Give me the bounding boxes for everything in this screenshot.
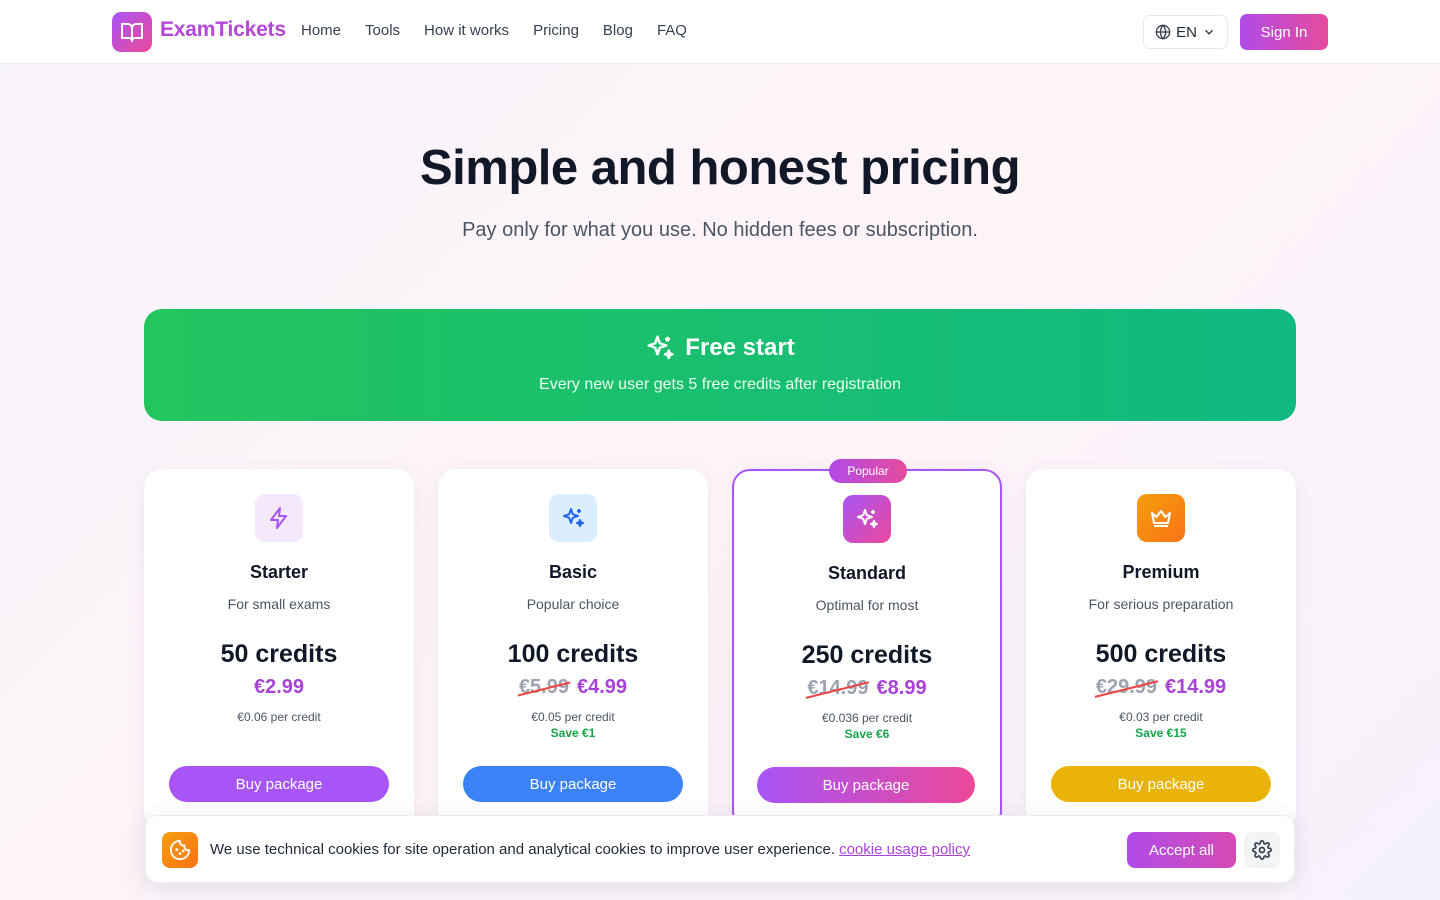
plan-old-price: €29.99 bbox=[1095, 676, 1157, 698]
sparkles-icon bbox=[843, 495, 891, 543]
sign-in-button[interactable]: Sign In bbox=[1240, 14, 1328, 50]
nav-home[interactable]: Home bbox=[301, 22, 341, 39]
cookie-message: We use technical cookies for site operat… bbox=[210, 841, 970, 858]
page-subtitle: Pay only for what you use. No hidden fee… bbox=[462, 219, 978, 241]
plan-card-basic: Basic Popular choice 100 credits €5.99 €… bbox=[438, 469, 708, 829]
sparkles-icon bbox=[647, 335, 675, 360]
plan-credits: 250 credits bbox=[801, 641, 933, 669]
plan-prices: €29.99 €14.99 bbox=[1026, 676, 1296, 699]
brand-name[interactable]: ExamTickets bbox=[160, 18, 286, 42]
language-selector[interactable]: EN bbox=[1143, 15, 1228, 49]
chevron-down-icon bbox=[1204, 29, 1213, 35]
top-header: ExamTickets Home Tools How it works Pric… bbox=[0, 0, 1440, 64]
nav-tools[interactable]: Tools bbox=[365, 22, 400, 39]
nav-how-it-works[interactable]: How it works bbox=[424, 22, 509, 39]
buy-standard-button[interactable]: Buy package bbox=[757, 767, 975, 803]
plan-price: €2.99 bbox=[253, 676, 305, 698]
nav-blog[interactable]: Blog bbox=[603, 22, 633, 39]
plan-savings: Save €1 bbox=[550, 726, 596, 740]
free-start-subtitle: Every new user gets 5 free credits after… bbox=[539, 376, 901, 393]
free-start-title: Free start bbox=[144, 333, 1296, 363]
plan-savings: Save €6 bbox=[844, 727, 890, 741]
plan-old-price: €14.99 bbox=[807, 677, 869, 699]
plan-credits: 500 credits bbox=[1095, 640, 1227, 668]
sparkles-icon bbox=[549, 494, 597, 542]
gear-icon bbox=[1252, 840, 1272, 860]
plan-credits: 100 credits bbox=[507, 640, 639, 668]
plan-per-credit: €0.06 per credit bbox=[237, 710, 321, 724]
plan-prices: €2.99 bbox=[144, 676, 414, 699]
plan-prices: €14.99 €8.99 bbox=[734, 677, 1000, 700]
plan-name: Premium bbox=[1122, 562, 1200, 582]
buy-starter-button[interactable]: Buy package bbox=[169, 766, 389, 802]
plan-old-price: €5.99 bbox=[518, 676, 569, 698]
language-label: EN bbox=[1176, 23, 1197, 41]
cookie-policy-link[interactable]: cookie usage policy bbox=[839, 841, 970, 858]
plan-per-credit: €0.05 per credit bbox=[531, 710, 615, 724]
cookie-settings-button[interactable] bbox=[1244, 832, 1280, 868]
popular-badge: Popular bbox=[829, 459, 907, 483]
plan-per-credit: €0.03 per credit bbox=[1119, 710, 1203, 724]
plan-credits: 50 credits bbox=[220, 640, 338, 668]
globe-icon bbox=[1155, 24, 1171, 40]
buy-premium-button[interactable]: Buy package bbox=[1051, 766, 1271, 802]
main-nav: Home Tools How it works Pricing Blog FAQ bbox=[301, 22, 687, 39]
plan-price: €14.99 bbox=[1165, 676, 1227, 698]
plan-description: Optimal for most bbox=[815, 597, 919, 613]
plan-name: Starter bbox=[249, 562, 309, 582]
logo-book-icon[interactable] bbox=[112, 12, 152, 52]
accept-all-button[interactable]: Accept all bbox=[1127, 832, 1236, 868]
buy-basic-button[interactable]: Buy package bbox=[463, 766, 683, 802]
free-start-banner: Free start Every new user gets 5 free cr… bbox=[144, 309, 1296, 421]
crown-icon bbox=[1137, 494, 1185, 542]
page-title: Simple and honest pricing bbox=[419, 141, 1021, 195]
lightning-icon bbox=[255, 494, 303, 542]
plan-description: Popular choice bbox=[526, 596, 620, 612]
plan-card-starter: Starter For small exams 50 credits €2.99… bbox=[144, 469, 414, 829]
plan-savings: Save €15 bbox=[1135, 726, 1187, 740]
nav-faq[interactable]: FAQ bbox=[657, 22, 687, 39]
plan-description: For small exams bbox=[227, 596, 331, 612]
plan-card-premium: Premium For serious preparation 500 cred… bbox=[1026, 469, 1296, 829]
nav-pricing[interactable]: Pricing bbox=[533, 22, 579, 39]
cookie-icon bbox=[162, 832, 198, 868]
plan-description: For serious preparation bbox=[1088, 596, 1234, 612]
plan-per-credit: €0.036 per credit bbox=[821, 711, 913, 725]
plan-prices: €5.99 €4.99 bbox=[438, 676, 708, 699]
plan-card-standard: Popular Standard Optimal for most 250 cr… bbox=[732, 459, 1002, 829]
plan-name: Standard bbox=[827, 563, 906, 583]
plan-price: €4.99 bbox=[577, 676, 628, 698]
cookie-consent-bar: We use technical cookies for site operat… bbox=[145, 815, 1295, 883]
plan-price: €8.99 bbox=[876, 677, 927, 699]
plan-name: Basic bbox=[548, 562, 598, 582]
